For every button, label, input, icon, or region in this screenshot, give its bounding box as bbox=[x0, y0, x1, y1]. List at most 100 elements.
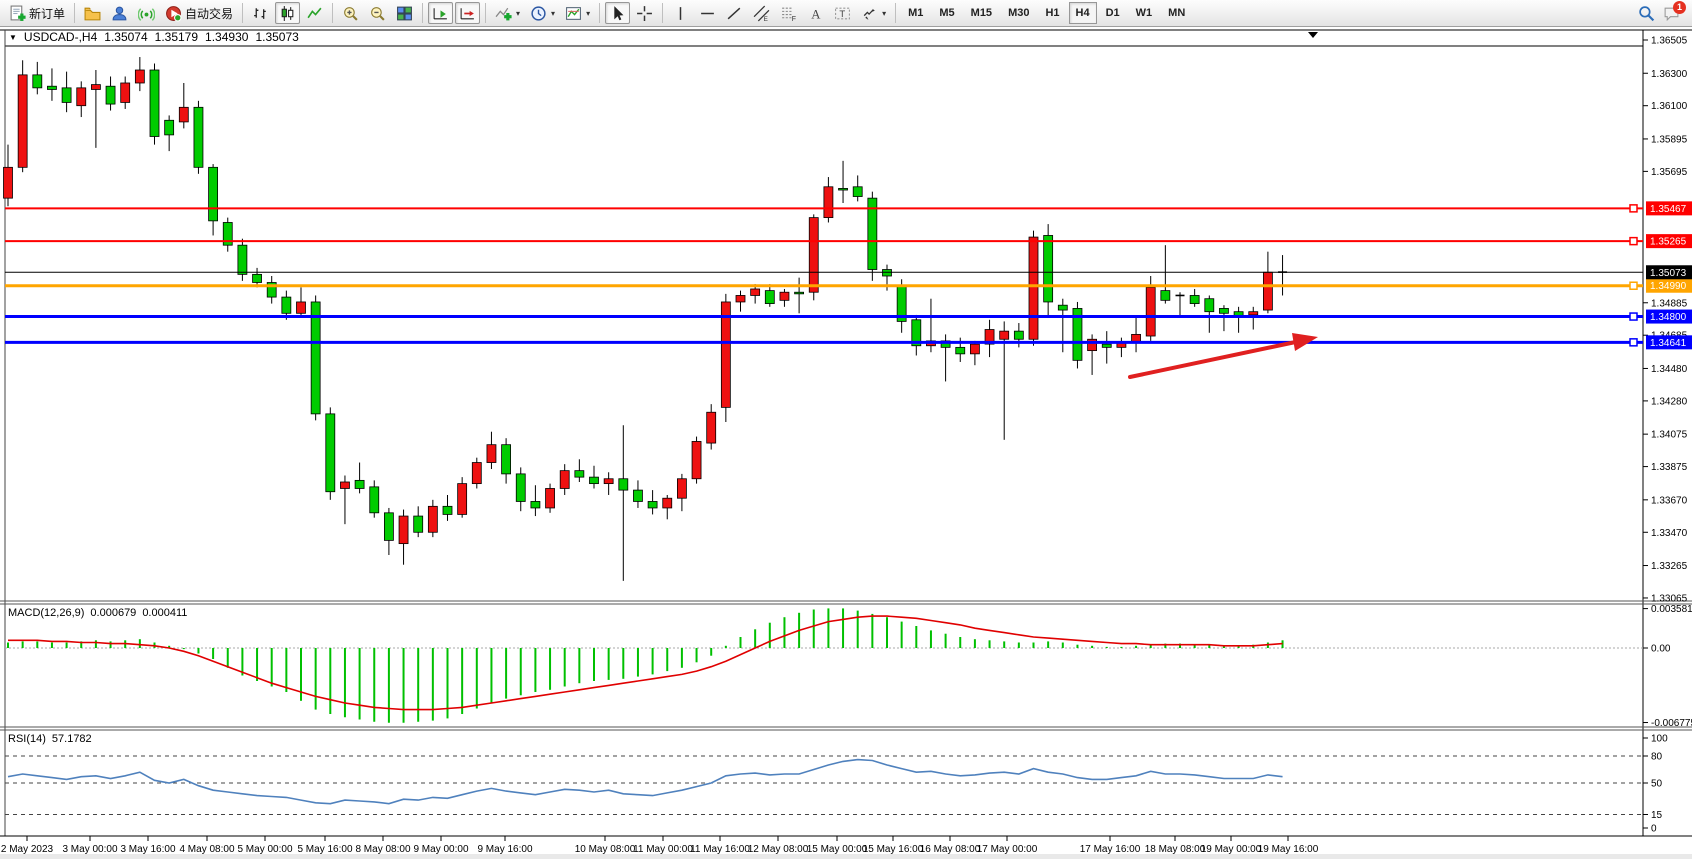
svg-text:12 May 08:00: 12 May 08:00 bbox=[748, 844, 809, 855]
price-label-1.35467: 1.35467 bbox=[1646, 201, 1692, 215]
timeframe-button-MN[interactable]: MN bbox=[1161, 2, 1192, 24]
toolbar-separator bbox=[599, 3, 600, 23]
svg-text:1.33470: 1.33470 bbox=[1651, 528, 1688, 539]
svg-text:80: 80 bbox=[1651, 752, 1663, 763]
svg-text:1.35695: 1.35695 bbox=[1651, 167, 1688, 178]
arrows-dropdown-caret[interactable]: ▾ bbox=[882, 9, 886, 18]
timeframe-button-M1[interactable]: M1 bbox=[901, 2, 930, 24]
cursor-button[interactable] bbox=[605, 2, 630, 24]
timeframe-button-D1[interactable]: D1 bbox=[1099, 2, 1127, 24]
svg-text:1.34641: 1.34641 bbox=[1650, 338, 1687, 349]
cursor-icon bbox=[609, 5, 626, 22]
text-icon: A bbox=[807, 5, 824, 22]
signals-button[interactable] bbox=[134, 2, 159, 24]
svg-text:18 May 08:00: 18 May 08:00 bbox=[1145, 844, 1206, 855]
svg-text:15: 15 bbox=[1651, 810, 1663, 821]
arrows-button[interactable]: ▾ bbox=[857, 2, 890, 24]
svg-text:10 May 08:00: 10 May 08:00 bbox=[575, 844, 636, 855]
bar-chart-icon bbox=[252, 5, 269, 22]
svg-text:50: 50 bbox=[1651, 779, 1663, 790]
candlestick-chart-button[interactable] bbox=[275, 2, 300, 24]
svg-text:1.34990: 1.34990 bbox=[1650, 281, 1687, 292]
autotrading-button[interactable]: 自动交易 bbox=[161, 2, 237, 24]
periods-dropdown-caret[interactable]: ▾ bbox=[551, 9, 555, 18]
price-label-1.34641: 1.34641 bbox=[1646, 335, 1692, 349]
svg-text:1.33065: 1.33065 bbox=[1651, 593, 1688, 604]
timeframe-button-H4[interactable]: H4 bbox=[1069, 2, 1097, 24]
horizontal-line-icon bbox=[699, 5, 716, 22]
svg-text:19 May 00:00: 19 May 00:00 bbox=[1201, 844, 1262, 855]
periods-button[interactable]: ▾ bbox=[526, 2, 559, 24]
timeframe-button-M30[interactable]: M30 bbox=[1001, 2, 1036, 24]
svg-text:17 May 00:00: 17 May 00:00 bbox=[977, 844, 1038, 855]
chart-window[interactable]: 1.365051.363001.361001.358951.356951.348… bbox=[0, 27, 1692, 859]
new-order-button[interactable]: 新订单 bbox=[5, 2, 69, 24]
text-button[interactable]: A bbox=[803, 2, 828, 24]
svg-text:17 May 16:00: 17 May 16:00 bbox=[1080, 844, 1141, 855]
timeframe-button-W1[interactable]: W1 bbox=[1129, 2, 1160, 24]
vertical-line-button[interactable] bbox=[668, 2, 693, 24]
zoom-in-button[interactable] bbox=[338, 2, 363, 24]
fibonacci-icon: F bbox=[780, 5, 797, 22]
chart-title: ▼ USDCAD-,H4 1.35074 1.35179 1.34930 1.3… bbox=[9, 30, 299, 44]
horizontal-line-button[interactable] bbox=[695, 2, 720, 24]
tile-windows-button[interactable] bbox=[392, 2, 417, 24]
fibonacci-button[interactable]: F bbox=[776, 2, 801, 24]
market-watch-button[interactable] bbox=[107, 2, 132, 24]
trendline-button[interactable] bbox=[722, 2, 747, 24]
svg-text:15 May 16:00: 15 May 16:00 bbox=[863, 844, 924, 855]
crosshair-button[interactable] bbox=[632, 2, 657, 24]
timeframe-group: M1M5M15M30H1H4D1W1MN bbox=[900, 2, 1193, 24]
profiles-icon bbox=[84, 5, 101, 22]
candlestick-chart-icon bbox=[279, 5, 296, 22]
svg-text:4 May 08:00: 4 May 08:00 bbox=[179, 844, 234, 855]
indicators-button[interactable]: ▾ bbox=[491, 2, 524, 24]
templates-dropdown-caret[interactable]: ▾ bbox=[586, 9, 590, 18]
macd-main-value: 0.000679 bbox=[90, 607, 136, 619]
svg-text:1.36300: 1.36300 bbox=[1651, 69, 1688, 80]
rsi-label: RSI(14) 57.1782 bbox=[8, 733, 92, 745]
signals-icon bbox=[138, 5, 155, 22]
notifications-button[interactable]: 1 bbox=[1663, 5, 1680, 22]
toolbar-separator bbox=[485, 3, 486, 23]
svg-text:1.34800: 1.34800 bbox=[1650, 312, 1687, 323]
line-chart-button[interactable] bbox=[302, 2, 327, 24]
application-window: 新订单 自动交易 bbox=[0, 0, 1692, 859]
macd-name: MACD(12,26,9) bbox=[8, 607, 84, 619]
svg-text:0.00: 0.00 bbox=[1651, 644, 1671, 655]
macd-signal-value: 0.000411 bbox=[142, 607, 187, 619]
svg-text:5 May 16:00: 5 May 16:00 bbox=[297, 844, 352, 855]
svg-text:0: 0 bbox=[1651, 824, 1657, 835]
svg-text:1.33670: 1.33670 bbox=[1651, 495, 1688, 506]
zoom-out-icon bbox=[369, 5, 386, 22]
svg-text:3 May 16:00: 3 May 16:00 bbox=[120, 844, 175, 855]
zoom-in-icon bbox=[342, 5, 359, 22]
svg-text:11 May 00:00: 11 May 00:00 bbox=[633, 844, 693, 855]
toolbar-separator bbox=[332, 3, 333, 23]
timeframe-button-M5[interactable]: M5 bbox=[932, 2, 961, 24]
search-icon[interactable] bbox=[1638, 5, 1655, 22]
toolbar-separator bbox=[242, 3, 243, 23]
svg-text:1.33265: 1.33265 bbox=[1651, 561, 1688, 572]
chart-shift-button[interactable] bbox=[455, 2, 480, 24]
auto-scroll-button[interactable] bbox=[428, 2, 453, 24]
indicators-dropdown-caret[interactable]: ▾ bbox=[516, 9, 520, 18]
channel-button[interactable]: E bbox=[749, 2, 774, 24]
chart-menu-icon[interactable]: ▼ bbox=[9, 33, 17, 42]
timeframe-button-H1[interactable]: H1 bbox=[1038, 2, 1066, 24]
text-label-button[interactable]: T bbox=[830, 2, 855, 24]
crosshair-icon bbox=[636, 5, 653, 22]
toolbar-separator bbox=[895, 3, 896, 23]
svg-text:F: F bbox=[792, 15, 796, 21]
profiles-button[interactable] bbox=[80, 2, 105, 24]
svg-text:5 May 00:00: 5 May 00:00 bbox=[237, 844, 292, 855]
templates-button[interactable]: ▾ bbox=[561, 2, 594, 24]
bar-chart-button[interactable] bbox=[248, 2, 273, 24]
trendline-icon bbox=[726, 5, 743, 22]
chart-open-value: 1.35074 bbox=[104, 30, 147, 44]
zoom-out-button[interactable] bbox=[365, 2, 390, 24]
timeframe-button-M15[interactable]: M15 bbox=[964, 2, 999, 24]
price-chart-canvas[interactable]: 1.365051.363001.361001.358951.356951.348… bbox=[0, 27, 1692, 859]
toolbar-separator bbox=[422, 3, 423, 23]
svg-text:1.36100: 1.36100 bbox=[1651, 101, 1688, 112]
